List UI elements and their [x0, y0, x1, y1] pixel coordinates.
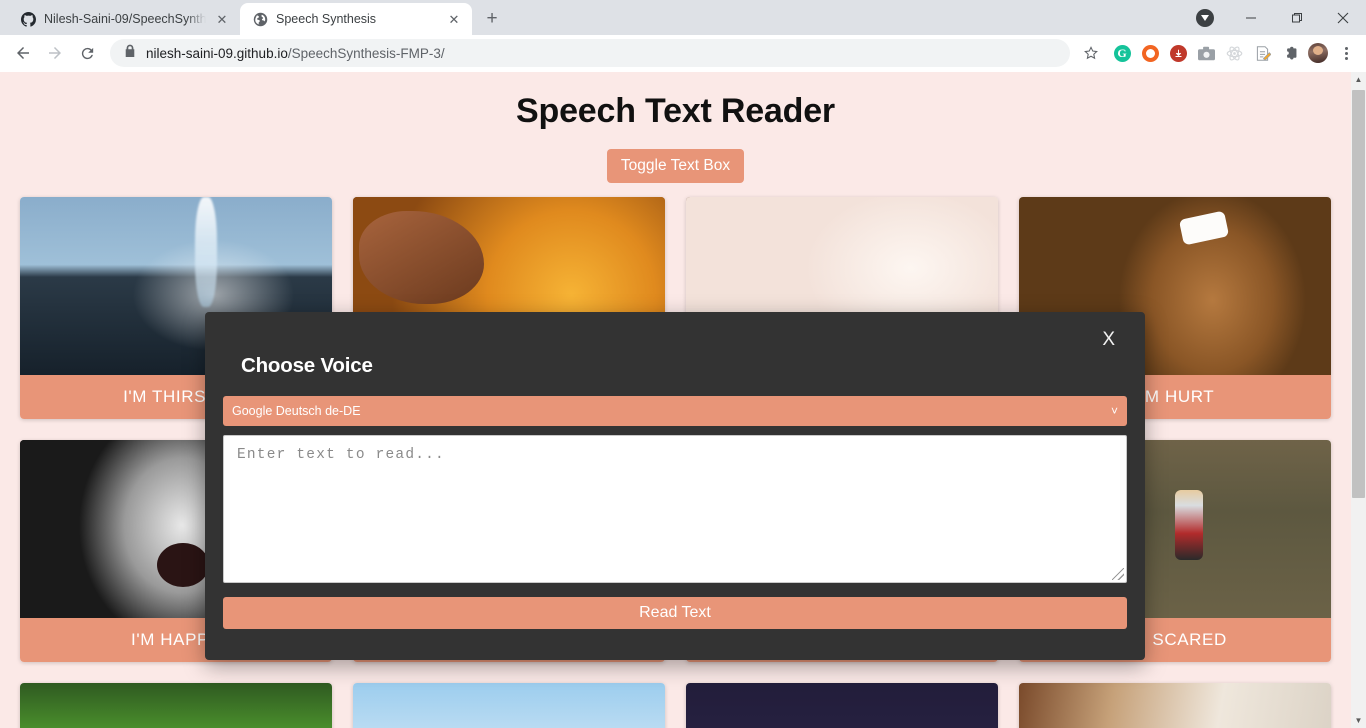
tab-close-icon[interactable]: ✕	[446, 11, 462, 27]
profile-caret-button[interactable]	[1182, 0, 1228, 35]
voice-select-value: Google Deutsch de-DE	[232, 404, 361, 418]
textarea-resize-handle[interactable]	[1112, 568, 1124, 580]
screenshot-extension-icon[interactable]	[1194, 41, 1218, 65]
globe-icon	[252, 11, 268, 27]
emotion-card[interactable]	[353, 683, 665, 728]
tab-title: Speech Synthesis	[276, 12, 377, 26]
extensions-puzzle-icon[interactable]	[1278, 41, 1302, 65]
address-bar-url: nilesh-saini-09.github.io/SpeechSynthesi…	[146, 46, 445, 61]
grammarly-extension-icon[interactable]: G	[1110, 41, 1134, 65]
extension-icons: G	[1106, 41, 1358, 65]
scroll-down-arrow-icon[interactable]: ▼	[1351, 713, 1366, 728]
emotion-card[interactable]	[20, 683, 332, 728]
page-viewport: Speech Text Reader Toggle Text Box I'M T…	[0, 72, 1366, 728]
close-window-button[interactable]	[1320, 0, 1366, 35]
voice-select-dropdown[interactable]: Google Deutsch de-DE ˅	[223, 396, 1127, 426]
chevron-down-icon	[1196, 8, 1214, 27]
browser-window: Nilesh-Saini-09/SpeechSynthesis ✕ Speech…	[0, 0, 1366, 728]
maximize-button[interactable]	[1274, 0, 1320, 35]
speech-text-reader-app: Speech Text Reader Toggle Text Box I'M T…	[0, 72, 1351, 728]
reload-button[interactable]	[72, 38, 102, 68]
back-button[interactable]	[8, 38, 38, 68]
react-devtools-icon[interactable]	[1222, 41, 1246, 65]
blue-sky-with-clouds-image	[353, 683, 665, 728]
notes-extension-icon[interactable]	[1250, 41, 1274, 65]
close-modal-button[interactable]: X	[1102, 330, 1115, 349]
window-controls	[1182, 0, 1366, 35]
forward-button[interactable]	[40, 38, 70, 68]
page-scrollbar[interactable]: ▲ ▼	[1351, 72, 1366, 728]
orange-extension-icon[interactable]	[1138, 41, 1162, 65]
minimize-button[interactable]	[1228, 0, 1274, 35]
dark-night-scene-image	[686, 683, 998, 728]
red-download-extension-icon[interactable]	[1166, 41, 1190, 65]
chevron-down-icon: ˅	[1110, 404, 1118, 418]
profile-avatar[interactable]	[1306, 41, 1330, 65]
toggle-button-wrap: Toggle Text Box	[0, 149, 1351, 183]
tab-github-repo[interactable]: Nilesh-Saini-09/SpeechSynthesis ✕	[8, 3, 240, 35]
lock-icon	[124, 44, 136, 63]
emotion-card[interactable]	[1019, 683, 1331, 728]
tab-close-icon[interactable]: ✕	[214, 11, 230, 27]
toggle-text-box-button[interactable]: Toggle Text Box	[606, 149, 745, 183]
read-text-button[interactable]: Read Text	[223, 597, 1127, 629]
url-path: /SpeechSynthesis-FMP-3/	[287, 45, 445, 61]
scrollbar-thumb[interactable]	[1352, 90, 1365, 498]
tab-strip: Nilesh-Saini-09/SpeechSynthesis ✕ Speech…	[0, 0, 1366, 35]
scroll-up-arrow-icon[interactable]: ▲	[1351, 72, 1366, 87]
choose-voice-modal: X Choose Voice Google Deutsch de-DE ˅ En…	[205, 312, 1145, 660]
url-domain: nilesh-saini-09.github.io	[146, 45, 288, 61]
page-title: Speech Text Reader	[516, 92, 835, 130]
modal-title: Choose Voice	[241, 354, 373, 377]
tree-against-blue-sky-image	[20, 683, 332, 728]
emotion-card[interactable]	[686, 683, 998, 728]
bookmark-star-icon[interactable]	[1078, 40, 1104, 66]
address-bar[interactable]: nilesh-saini-09.github.io/SpeechSynthesi…	[110, 39, 1070, 67]
textarea-placeholder: Enter text to read...	[237, 447, 445, 463]
new-tab-button[interactable]: +	[478, 5, 506, 33]
text-to-read-textarea[interactable]: Enter text to read...	[223, 435, 1127, 583]
person-by-window-curtains-image	[1019, 683, 1331, 728]
github-icon	[20, 11, 36, 27]
tab-title: Nilesh-Saini-09/SpeechSynthesis	[44, 12, 206, 26]
tab-speech-synthesis[interactable]: Speech Synthesis ✕	[240, 3, 472, 35]
browser-toolbar: nilesh-saini-09.github.io/SpeechSynthesi…	[0, 35, 1366, 72]
browser-menu-button[interactable]	[1334, 41, 1358, 65]
